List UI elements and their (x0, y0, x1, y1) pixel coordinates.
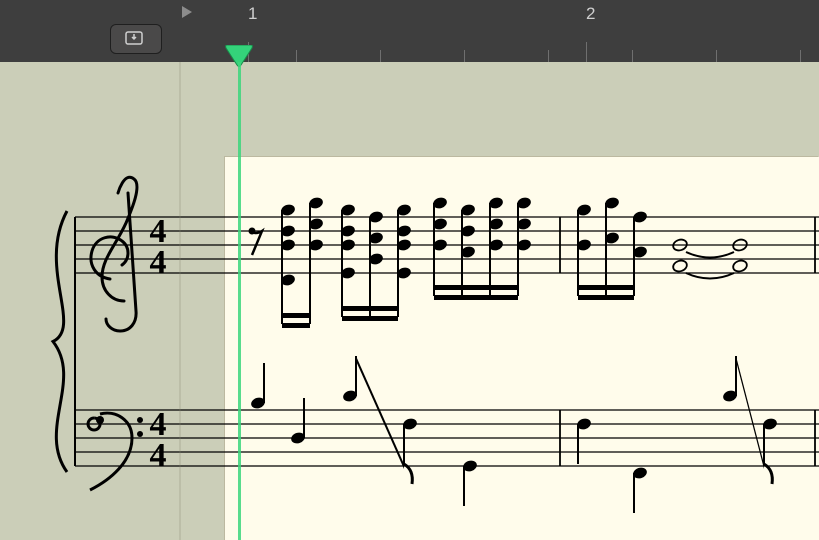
svg-text:4: 4 (150, 437, 167, 474)
bar-number-1: 1 (248, 4, 257, 24)
timeline-ruler[interactable]: 1 2 (180, 0, 819, 62)
download-panel-icon (125, 31, 147, 47)
play-icon[interactable] (180, 5, 194, 24)
score-editor-window: 4444 1 2 (0, 0, 819, 540)
score-sheet (225, 157, 819, 540)
score-canvas[interactable]: 4444 (0, 62, 819, 540)
bar-number-2: 2 (586, 4, 595, 24)
view-dropdown-button[interactable] (110, 24, 162, 54)
svg-text:4: 4 (150, 213, 167, 250)
top-toolbar: 1 2 (0, 0, 819, 62)
svg-text:4: 4 (150, 406, 167, 443)
svg-text:4: 4 (150, 244, 167, 281)
